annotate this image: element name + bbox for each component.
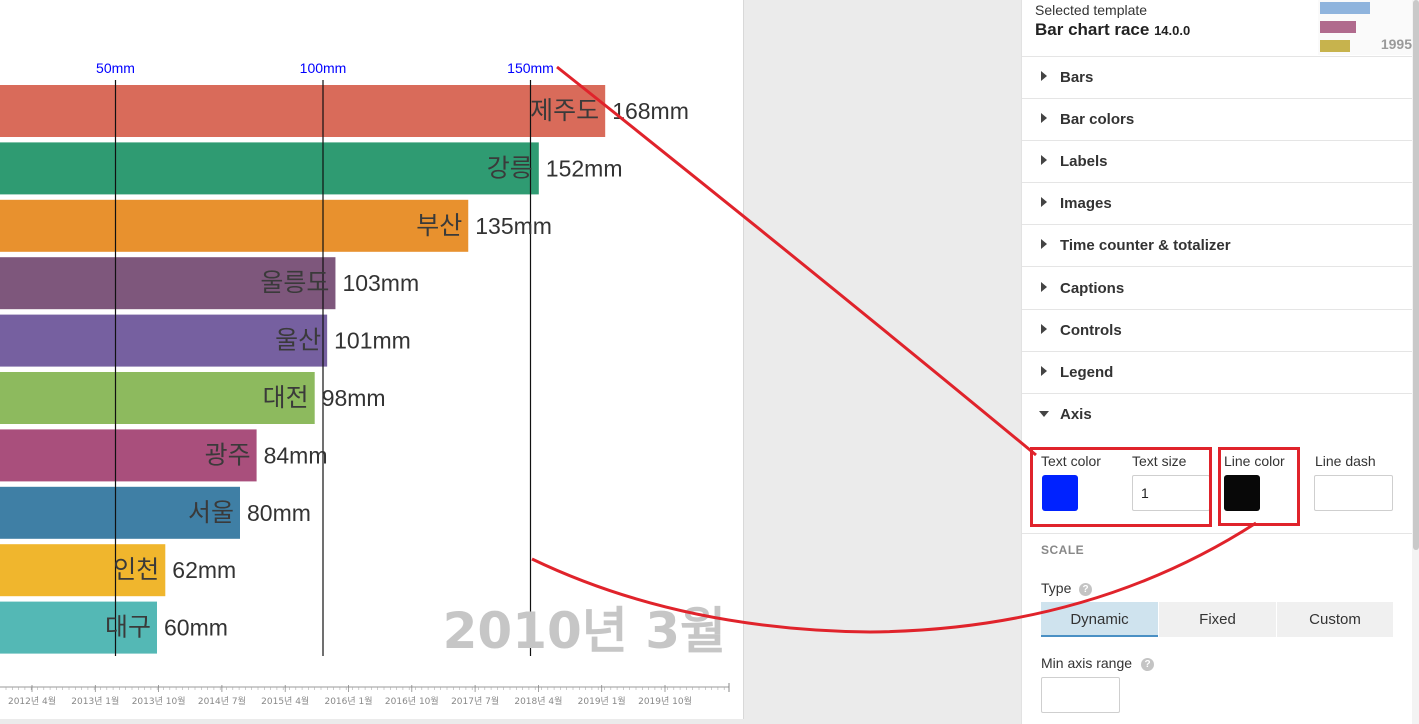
axis-tick-label: 50mm (96, 60, 135, 76)
bar-value-label: 168mm (612, 98, 689, 124)
section-bar-colors[interactable]: Bar colors (1022, 99, 1412, 142)
line-dash-label: Line dash (1315, 453, 1376, 469)
section-images[interactable]: Images (1022, 183, 1412, 226)
caret-right-icon (1041, 155, 1047, 166)
bar-label: 인천 (113, 555, 159, 584)
bar-value-label: 135mm (475, 213, 552, 239)
caret-right-icon (1041, 365, 1047, 376)
bar-value-label: 62mm (172, 557, 236, 583)
min-axis-range-input[interactable] (1041, 677, 1120, 713)
timeline-label: 2017년 7월 (451, 695, 499, 707)
bar-2 (0, 142, 539, 195)
axis-tick-label: 100mm (300, 60, 347, 76)
timeline-label: 2012년 4월 (8, 695, 56, 707)
settings-scrollbar[interactable] (1412, 0, 1419, 724)
min-axis-range-label: Min axis range (1041, 655, 1133, 671)
bar-value-label: 60mm (164, 615, 228, 641)
bar-value-label: 84mm (264, 442, 328, 468)
min-axis-range-help-icon[interactable]: ? (1141, 658, 1154, 671)
timeline-label: 2019년 1월 (578, 695, 626, 707)
line-dash-input[interactable] (1314, 475, 1393, 511)
caret-right-icon (1041, 113, 1047, 124)
timeline-slider[interactable]: 2012년 4월 2013년 1월 2013년 10월 2014년 7월 2015년 4… (0, 683, 730, 707)
template-name: Bar chart race 14.0.0 (1035, 20, 1191, 39)
scale-type-dynamic[interactable]: Dynamic (1041, 602, 1158, 637)
template-version: 14.0.0 (1154, 23, 1191, 38)
caret-right-icon (1041, 197, 1047, 208)
template-thumbnail: 1995 (1318, 0, 1412, 55)
section-time-counter-totalizer[interactable]: Time counter & totalizer (1022, 225, 1412, 268)
scale-type-fixed[interactable]: Fixed (1159, 602, 1276, 637)
bar-label: 부산 (416, 211, 462, 240)
bar-value-label: 152mm (546, 155, 623, 181)
section-label: Legend (1060, 363, 1114, 381)
scale-type-label: Type (1041, 580, 1072, 596)
bar-3 (0, 199, 469, 252)
bar-value-label: 80mm (247, 500, 311, 526)
section-legend[interactable]: Legend (1022, 352, 1412, 394)
bar-label: 서울 (188, 498, 234, 527)
section-labels[interactable]: Labels (1022, 141, 1412, 184)
section-label: Images (1060, 195, 1112, 213)
caret-right-icon (1041, 71, 1047, 81)
section-captions[interactable]: Captions (1022, 268, 1412, 310)
bar-chart-race: 50mm 100mm 150mm 제주도 168mm 강릉 152mm 부산 135mm 울릉도… (0, 60, 730, 707)
time-counter: 2010년 3월 (443, 602, 726, 660)
caret-right-icon (1041, 281, 1047, 292)
bar-1 (0, 85, 606, 137)
caret-down-icon (1039, 410, 1049, 417)
bar-label: 울릉도 (260, 268, 329, 297)
selected-template-label: Selected template (1035, 2, 1148, 18)
bar-label: 대전 (263, 383, 309, 412)
timeline-label: 2016년 1월 (324, 695, 372, 707)
timeline-label: 2016년 10월 (385, 695, 439, 707)
timeline-label: 2018년 4월 (514, 695, 562, 707)
bar-value-label: 101mm (334, 328, 411, 354)
section-label: Captions (1060, 279, 1125, 297)
section-bars[interactable]: Bars (1022, 57, 1412, 99)
timeline-label: 2014년 7월 (198, 695, 246, 707)
section-label: Labels (1060, 153, 1108, 171)
timeline-label: 2019년 10월 (638, 695, 692, 707)
chart-preview-panel: 50mm 100mm 150mm 제주도 168mm 강릉 152mm 부산 135mm 울릉도… (0, 0, 744, 719)
section-label: Axis (1060, 405, 1092, 423)
bar-label: 대구 (105, 613, 151, 642)
section-controls[interactable]: Controls (1022, 310, 1412, 352)
scale-type-help-icon[interactable]: ? (1079, 583, 1092, 596)
selected-template-header[interactable]: Selected template Bar chart race 14.0.0 … (1022, 0, 1412, 57)
settings-panel: Selected template Bar chart race 14.0.0 … (1021, 0, 1419, 724)
section-axis[interactable]: Axis (1022, 394, 1412, 435)
section-label: Controls (1060, 321, 1122, 339)
section-label: Time counter & totalizer (1060, 237, 1231, 255)
axis-tick-label: 150mm (507, 60, 554, 76)
bar-label: 제주도 (530, 96, 599, 125)
caret-right-icon (1041, 323, 1047, 334)
section-label: Bars (1060, 69, 1094, 86)
bar-label: 울산 (275, 326, 321, 355)
timeline-label: 2015년 4월 (261, 695, 309, 707)
section-label: Bar colors (1060, 111, 1135, 129)
timeline-label: 2013년 10월 (132, 695, 186, 707)
bar-label: 강릉 (487, 153, 533, 182)
bar-label: 광주 (205, 440, 251, 469)
annotation-box-line-color (1218, 447, 1300, 526)
timeline-label: 2013년 1월 (71, 695, 119, 707)
scale-type-custom[interactable]: Custom (1277, 602, 1393, 637)
bar-value-label: 103mm (342, 270, 419, 296)
scale-section-title: SCALE (1041, 543, 1085, 557)
bar-value-label: 98mm (322, 385, 386, 411)
annotation-box-text-settings (1030, 447, 1212, 527)
caret-right-icon (1041, 239, 1047, 250)
template-thumbnail-year: 1995 (1380, 36, 1412, 52)
